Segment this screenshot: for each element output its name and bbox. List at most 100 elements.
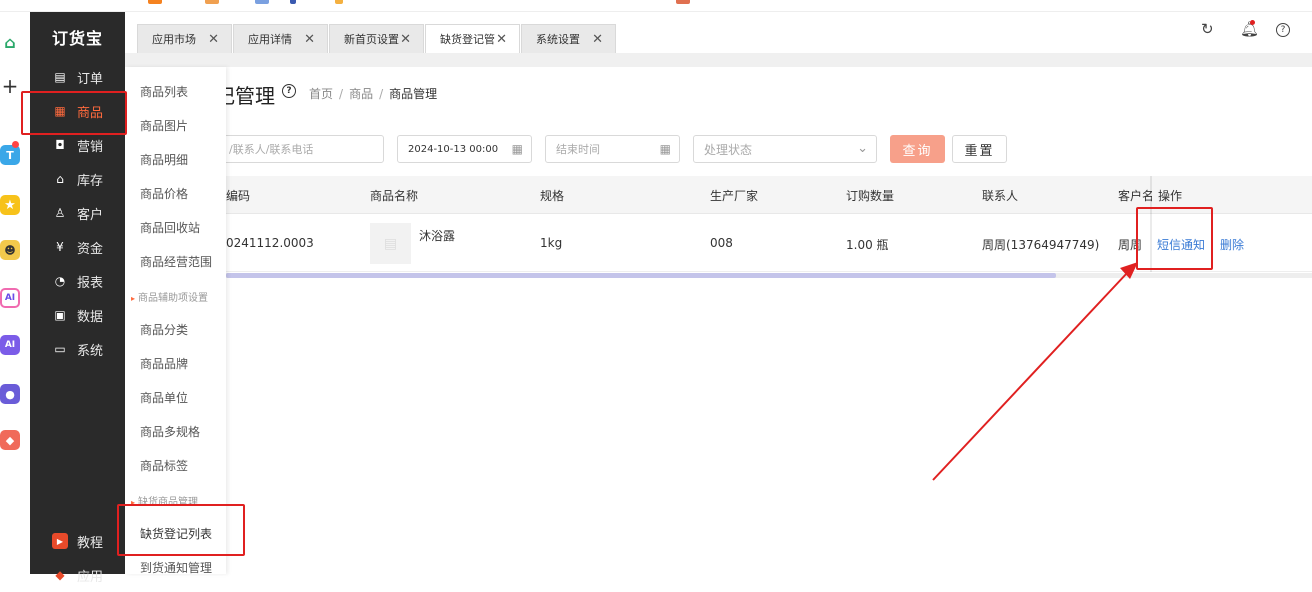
breadcrumb-products[interactable]: 商品 [349,87,373,101]
cell-customer: 周周 [1118,238,1142,252]
tab-home-settings[interactable]: 新首页设置 ✕ [329,24,424,53]
refresh-icon[interactable]: ↻ [1201,20,1214,38]
close-icon[interactable]: ✕ [304,32,315,47]
close-icon[interactable]: ✕ [496,32,507,47]
robot-icon[interactable]: ☻ [0,240,20,260]
placeholder-text: 处理状态 [704,142,753,157]
submenu-item[interactable]: 商品价格 [140,185,188,202]
submenu-item[interactable]: 商品标签 [140,457,188,474]
submenu-item[interactable]: 商品经营范围 [140,253,212,270]
sidebar-item-reports[interactable]: ◔ 报表 [30,264,125,298]
sidebar-item-label: 商品 [77,105,104,121]
submenu-item[interactable]: 商品多规格 [140,423,200,440]
delete-link[interactable]: 删除 [1220,236,1244,253]
os-dock: ⌂ + T ★ ☻ AI AI ● ◆ [0,12,30,574]
cell-manufacturer: 008 [710,236,733,250]
placeholder-text: /联系人/联系电话 [229,143,314,156]
app-logo: 订货宝 [52,29,104,48]
submenu-item[interactable]: 商品列表 [140,83,188,100]
bookmark-mark [335,0,343,4]
close-icon[interactable]: ✕ [592,32,603,47]
home-icon[interactable]: ⌂ [0,32,20,52]
scrollbar-thumb[interactable] [226,273,1056,278]
grid-icon: ▦ [54,104,66,118]
ai-icon[interactable]: AI [0,288,20,308]
status-select[interactable]: 处理状态 ⌄ [693,135,877,163]
column-header: 编码 [226,189,251,203]
submenu-item[interactable]: 到货通知管理 [140,559,212,576]
sidebar-item-label: 营销 [77,139,104,155]
game-icon[interactable]: ◆ [0,430,20,450]
query-button[interactable]: 查询 [890,135,945,163]
start-time-input[interactable]: 2024-10-13 00:00 ▦ [397,135,532,163]
contact-search-input[interactable]: /联系人/联系电话 [218,135,384,163]
money-bag-icon: ¥ [56,240,64,254]
top-strip [0,0,1312,12]
close-icon[interactable]: ✕ [400,32,411,47]
submenu-item[interactable]: 商品回收站 [140,219,200,236]
submenu-item-stockout-list[interactable]: 缺货登记列表 [140,525,212,542]
sidebar-item-label: 报表 [77,275,104,291]
close-icon[interactable]: ✕ [208,32,219,47]
submenu-group-text: 缺货商品管理 [138,497,199,508]
sidebar-item-inventory[interactable]: ⌂ 库存 [30,162,125,196]
bookmark-mark [205,0,219,4]
submenu-item[interactable]: 商品单位 [140,389,188,406]
chat-bot-icon[interactable]: ● [0,384,20,404]
start-time-value: 2024-10-13 00:00 [408,143,499,155]
submenu-item[interactable]: 商品明细 [140,151,188,168]
tab-label: 新首页设置 [344,33,399,46]
sidebar-item-data[interactable]: ▣ 数据 [30,298,125,332]
plus-icon[interactable]: + [0,74,20,98]
star-icon[interactable]: ★ [0,195,20,215]
sidebar-item-marketing[interactable]: ◘ 营销 [30,128,125,162]
submenu-item[interactable]: 商品图片 [140,117,188,134]
cell-spec: 1kg [540,236,563,250]
cell-product-name: 沐浴露 [419,229,456,243]
horizontal-scrollbar[interactable] [226,273,1312,278]
sidebar-item-products[interactable]: ▦ 商品 [30,94,125,128]
content-divider [125,53,1312,67]
sidebar-item-label: 教程 [77,535,104,551]
sidebar-item-orders[interactable]: ▤ 订单 [30,60,125,94]
sidebar-item-label: 数据 [77,309,104,325]
pie-chart-icon: ◔ [54,274,66,288]
placeholder-text: 结束时间 [556,143,600,156]
sidebar-item-tutorial[interactable]: ▶ 教程 [30,524,125,558]
breadcrumb-home[interactable]: 首页 [309,87,333,101]
tab-app-detail[interactable]: 应用详情 ✕ [233,24,328,53]
help-circle-icon[interactable]: ? [1276,23,1290,37]
column-header: 联系人 [982,189,1019,203]
sidebar-item-system[interactable]: ▭ 系统 [30,332,125,366]
sidebar-item-label: 应用 [77,569,104,585]
column-header: 商品名称 [370,189,419,203]
user-icon: ♙ [54,206,66,220]
order-icon: ▤ [54,70,66,84]
sidebar-item-funds[interactable]: ¥ 资金 [30,230,125,264]
tab-app-market[interactable]: 应用市场 ✕ [137,24,232,53]
tab-system-settings[interactable]: 系统设置 ✕ [521,24,616,53]
question-icon[interactable]: ? [282,84,296,98]
submenu-item[interactable]: 商品分类 [140,321,188,338]
sms-notify-link[interactable]: 短信通知 [1157,236,1205,253]
warehouse-icon: ⌂ [56,172,64,186]
tab-stockout-register[interactable]: 缺货登记管 ✕ [425,24,520,53]
app-badge-icon[interactable]: T [0,145,20,165]
ai-assistant-icon[interactable]: AI [0,335,20,355]
tab-label: 缺货登记管 [440,33,495,46]
end-time-input[interactable]: 结束时间 ▦ [545,135,680,163]
submenu-item[interactable]: 商品品牌 [140,355,188,372]
cell-code: 0241112.0003 [226,236,314,250]
column-header: 生产厂家 [710,189,759,203]
bookmark-mark [255,0,269,4]
sidebar-item-customers[interactable]: ♙ 客户 [30,196,125,230]
submenu-group-text: 商品辅助项设置 [138,293,209,304]
submenu-group-label: ▸ 缺货商品管理 [131,493,198,508]
reset-button[interactable]: 重置 [952,135,1007,163]
sidebar-item-label: 客户 [77,207,104,223]
submenu-group-label: ▸ 商品辅助项设置 [131,289,208,304]
sidebar-item-apps[interactable]: ◆ 应用 [30,558,125,592]
calendar-icon: ▦ [659,142,671,156]
sidebar-item-label: 库存 [77,173,104,189]
cell-quantity: 1.00 瓶 [846,238,889,252]
